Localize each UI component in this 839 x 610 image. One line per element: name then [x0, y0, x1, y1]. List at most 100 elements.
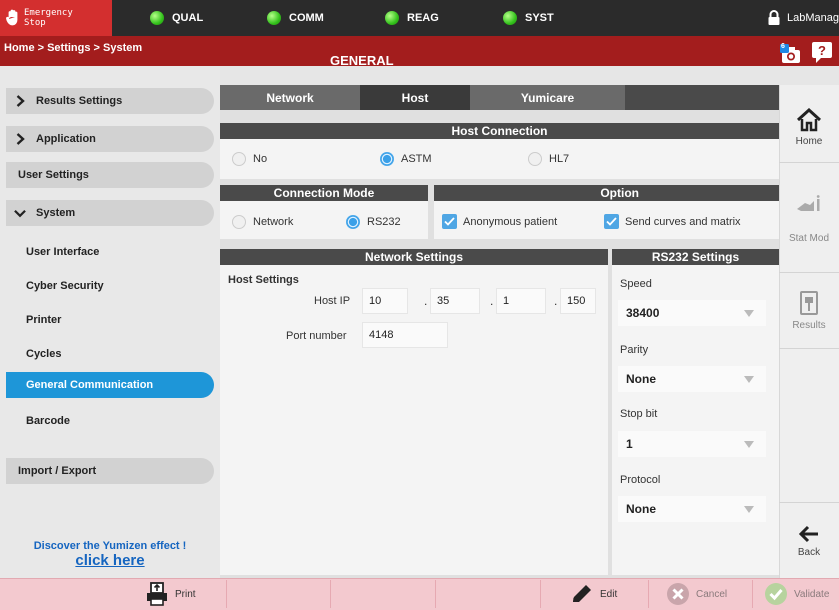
- edit-label: Edit: [600, 588, 618, 600]
- estop-line-2: Stop: [24, 18, 46, 28]
- arrow-left-icon: [798, 525, 818, 543]
- results-label: Results: [792, 320, 826, 331]
- sidebar-item-label: Cyber Security: [26, 280, 104, 292]
- parity-label: Parity: [620, 344, 649, 356]
- promo-link[interactable]: Discover the Yumizen effect ! click here: [10, 540, 210, 569]
- dropdown-arrow-icon: [744, 376, 754, 383]
- tab-host[interactable]: Host: [360, 85, 470, 110]
- radio-off-icon: [528, 152, 542, 166]
- bottom-divider: [226, 580, 227, 608]
- radio-host-hl7[interactable]: HL7: [528, 152, 569, 166]
- back-button[interactable]: Back: [779, 525, 839, 558]
- home-button[interactable]: Home: [779, 108, 839, 147]
- sidebar-item-application[interactable]: Application: [6, 126, 214, 152]
- network-settings-panel: [220, 265, 608, 575]
- dropdown-arrow-icon: [744, 506, 754, 513]
- parity-select[interactable]: None: [618, 366, 766, 392]
- status-label: QUAL: [172, 12, 204, 24]
- protocol-select[interactable]: None: [618, 496, 766, 522]
- dropdown-arrow-icon: [744, 310, 754, 317]
- stat-mode-button[interactable]: Stat Mod: [779, 195, 839, 244]
- sidebar-item-label: System: [36, 207, 76, 219]
- host-connection-panel: [220, 139, 779, 179]
- checkbox-anonymous-patient[interactable]: Anonymous patient: [442, 214, 557, 229]
- results-button[interactable]: Results: [779, 290, 839, 331]
- sidebar-item-cycles[interactable]: Cycles: [6, 341, 214, 367]
- printer-icon: [147, 582, 167, 606]
- sidebar-item-user-settings[interactable]: User Settings: [6, 162, 214, 188]
- home-icon: [796, 108, 822, 132]
- sidebar-item-system[interactable]: System: [6, 200, 214, 226]
- host-ip-octet-4[interactable]: 150: [560, 288, 596, 314]
- status-label: REAG: [407, 12, 439, 24]
- checkbox-label: Send curves and matrix: [625, 215, 741, 228]
- tab-label: Host: [401, 90, 429, 105]
- radio-label: No: [253, 153, 268, 165]
- host-ip-label: Host IP: [314, 295, 351, 307]
- host-ip-octet-3[interactable]: 1: [496, 288, 546, 314]
- tab-network[interactable]: Network: [220, 85, 360, 110]
- speed-value: 38400: [626, 306, 660, 320]
- sidebar-item-results-settings[interactable]: Results Settings: [6, 88, 214, 114]
- radio-mode-rs232[interactable]: RS232: [346, 215, 401, 229]
- status-qual[interactable]: QUAL: [150, 0, 203, 36]
- breadcrumb[interactable]: Home > Settings > System: [4, 42, 142, 54]
- bottom-divider: [648, 580, 649, 608]
- validate-button[interactable]: Validate: [764, 578, 829, 610]
- status-syst[interactable]: SYST: [503, 0, 554, 36]
- print-label: Print: [175, 588, 196, 600]
- home-label: Home: [795, 136, 823, 147]
- radio-label: RS232: [367, 216, 401, 228]
- sidebar-item-label: Printer: [26, 314, 62, 326]
- section-header-host-connection: Host Connection: [220, 123, 779, 139]
- sidebar-item-label: User Settings: [18, 169, 89, 181]
- parity-value: None: [626, 372, 656, 386]
- host-ip-octet-1[interactable]: 10: [362, 288, 408, 314]
- sidebar-item-import-export[interactable]: Import / Export: [6, 458, 214, 484]
- tab-label: Network: [266, 90, 314, 105]
- status-label: SYST: [525, 12, 554, 24]
- radio-host-no[interactable]: No: [232, 152, 267, 166]
- cancel-button[interactable]: Cancel: [666, 578, 727, 610]
- bottom-divider: [752, 580, 753, 608]
- sidebar-item-label: User Interface: [26, 246, 100, 258]
- help-button[interactable]: ?: [810, 40, 834, 67]
- checkbox-label: Anonymous patient: [463, 215, 558, 228]
- sidebar-item-label: Import / Export: [18, 465, 97, 477]
- status-label: COMM: [289, 12, 324, 24]
- hand-stop-icon: [6, 9, 18, 26]
- right-nav-divider: [779, 162, 839, 163]
- edit-button[interactable]: Edit: [570, 578, 617, 610]
- emergency-stop-button[interactable]: Emergency Stop: [0, 0, 112, 36]
- host-ip-octet-2[interactable]: 35: [430, 288, 480, 314]
- checkbox-send-curves[interactable]: Send curves and matrix: [604, 214, 741, 229]
- print-button[interactable]: Print: [145, 578, 196, 610]
- user-session[interactable]: LabManag: [761, 0, 839, 36]
- radio-mode-network[interactable]: Network: [232, 215, 293, 229]
- speed-label: Speed: [620, 278, 652, 290]
- radio-host-astm[interactable]: ASTM: [380, 152, 432, 166]
- ip-separator: .: [490, 294, 494, 308]
- sidebar-item-user-interface[interactable]: User Interface: [6, 239, 214, 265]
- dropdown-arrow-icon: [744, 441, 754, 448]
- tab-yumicare[interactable]: Yumicare: [470, 85, 625, 110]
- speed-select[interactable]: 38400: [618, 300, 766, 326]
- sidebar-item-cyber-security[interactable]: Cyber Security: [6, 273, 214, 299]
- sidebar-item-general-communication[interactable]: General Communication: [6, 372, 214, 398]
- section-header-option: Option: [434, 185, 779, 201]
- stopbit-select[interactable]: 1: [618, 431, 766, 457]
- bottom-divider: [540, 580, 541, 608]
- checkmark-icon: [765, 583, 787, 605]
- status-led-icon: [385, 11, 399, 25]
- stopbit-label: Stop bit: [620, 408, 658, 420]
- screenshot-button[interactable]: 6: [780, 43, 802, 67]
- status-reag[interactable]: REAG: [385, 0, 439, 36]
- sidebar-item-barcode[interactable]: Barcode: [6, 408, 214, 434]
- port-number-input[interactable]: 4148: [362, 322, 448, 348]
- chevron-down-icon: [14, 207, 26, 219]
- promo-click-here[interactable]: click here: [10, 552, 210, 569]
- svg-text:?: ?: [818, 43, 826, 58]
- sidebar-item-label: Cycles: [26, 348, 62, 360]
- status-comm[interactable]: COMM: [267, 0, 324, 36]
- sidebar-item-printer[interactable]: Printer: [6, 307, 214, 333]
